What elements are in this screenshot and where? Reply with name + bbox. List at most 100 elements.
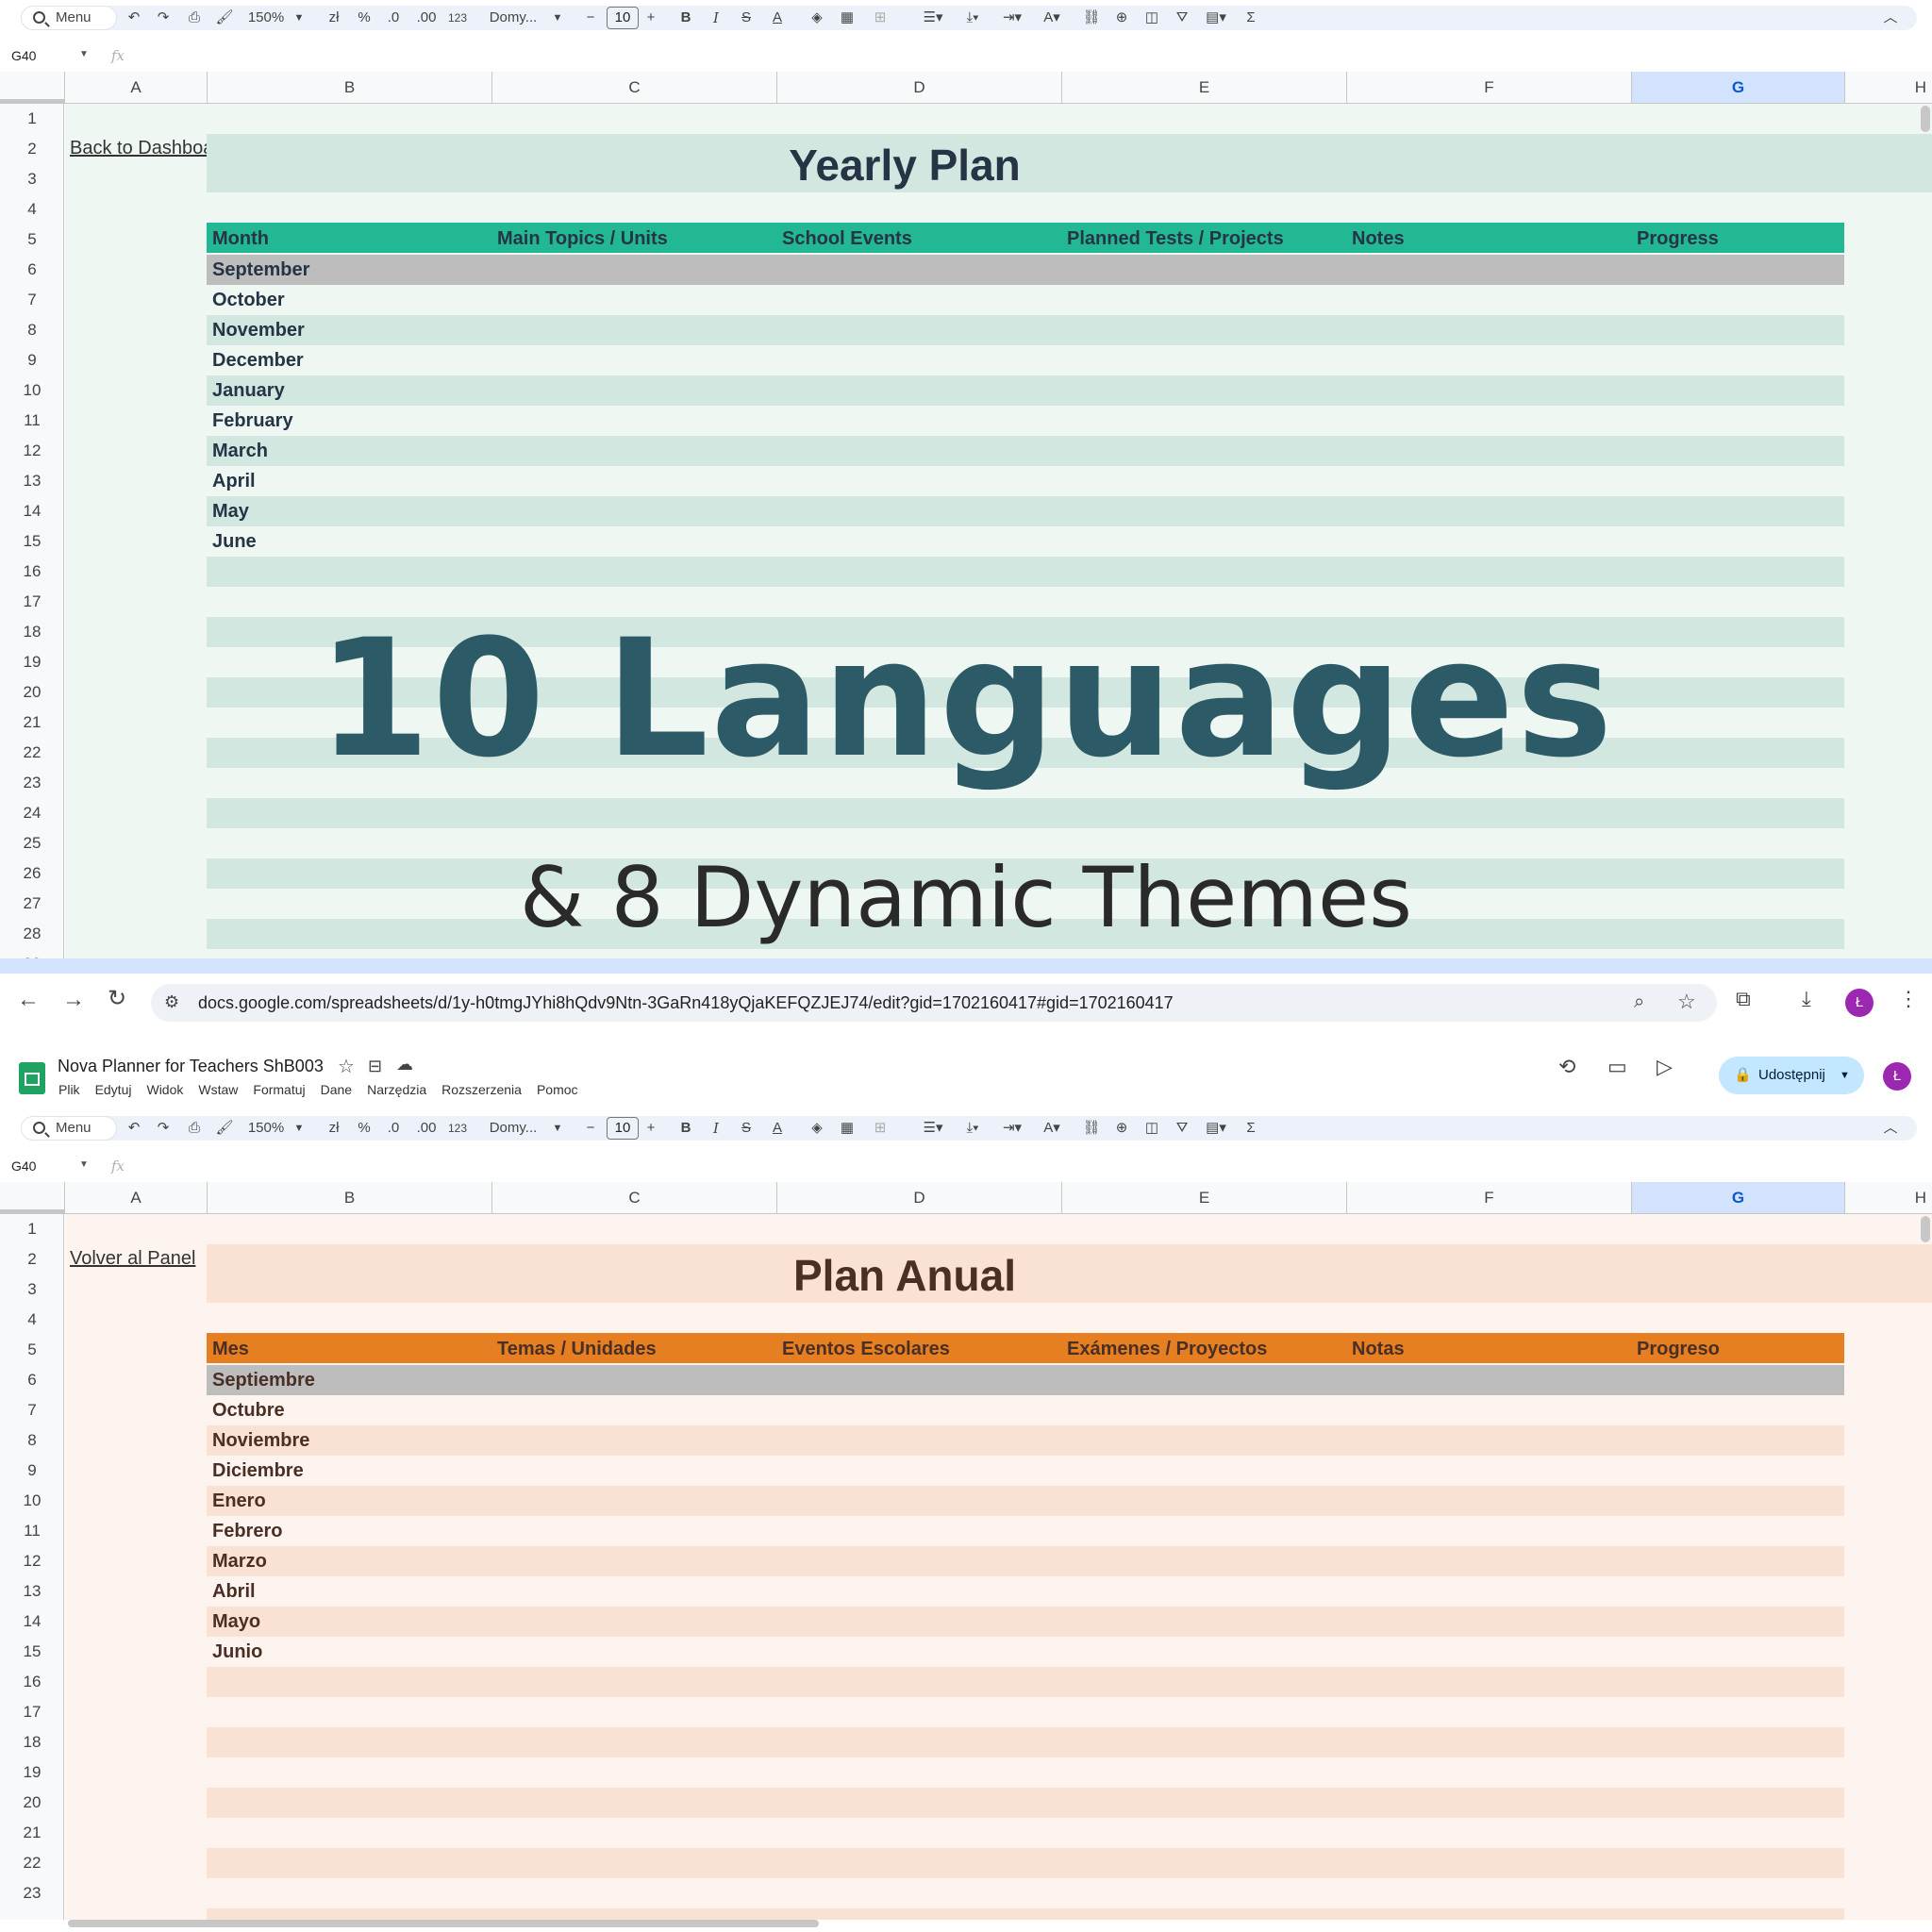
menu-view[interactable]: Widok xyxy=(146,1082,183,1097)
row-header[interactable]: 20 xyxy=(0,1788,63,1818)
row-header[interactable]: 7 xyxy=(0,1395,63,1425)
horizontal-scrollbar[interactable] xyxy=(68,1920,819,1927)
percent-button[interactable]: % xyxy=(355,7,374,29)
row-header[interactable]: 16 xyxy=(0,1667,63,1697)
strikethrough-icon[interactable]: S xyxy=(738,1117,755,1140)
font-select[interactable]: Domy... xyxy=(489,7,538,29)
column-header[interactable]: A xyxy=(65,72,208,103)
sheets-logo-icon[interactable] xyxy=(19,1062,45,1094)
column-header[interactable]: A xyxy=(65,1182,208,1213)
decrease-decimal-button[interactable]: .0 xyxy=(381,7,406,29)
forward-arrow-icon[interactable]: → xyxy=(62,987,85,1013)
month-cell[interactable]: November xyxy=(212,320,305,341)
extensions-icon[interactable]: ⧉ xyxy=(1736,987,1751,1011)
column-header-selected[interactable]: G xyxy=(1632,72,1845,103)
bold-icon[interactable]: B xyxy=(677,7,694,29)
font-select[interactable]: Domy... xyxy=(489,1117,538,1140)
table-views-icon[interactable]: ▤▾ xyxy=(1200,7,1232,29)
omnibox[interactable]: ⚙ docs.google.com/spreadsheets/d/1y-h0tm… xyxy=(151,984,1717,1022)
row-header[interactable]: 4 xyxy=(0,194,63,225)
chevron-down-icon[interactable]: ▼ xyxy=(292,7,306,29)
comment-icon[interactable]: ⊕ xyxy=(1111,7,1132,29)
name-box[interactable]: G40 xyxy=(11,48,36,63)
column-header[interactable]: E xyxy=(1062,72,1347,103)
borders-icon[interactable]: ▦ xyxy=(836,7,858,29)
month-cell[interactable]: Octubre xyxy=(212,1400,285,1422)
chevron-down-icon[interactable]: ▼ xyxy=(1840,1057,1850,1094)
column-header[interactable]: C xyxy=(492,1182,777,1213)
row-header[interactable]: 2 xyxy=(0,134,63,164)
meet-icon[interactable]: ▷ xyxy=(1657,1055,1673,1079)
number-format-button[interactable]: 123 xyxy=(445,7,470,29)
redo-icon[interactable]: ↷ xyxy=(154,7,173,29)
menu-tools[interactable]: Narzędzia xyxy=(367,1082,426,1097)
text-color-icon[interactable]: A xyxy=(766,7,789,29)
avatar[interactable]: Ł xyxy=(1845,989,1874,1017)
month-cell[interactable]: September xyxy=(212,259,309,281)
chevron-down-icon[interactable]: ▼ xyxy=(292,1117,306,1140)
print-icon[interactable]: ⎙ xyxy=(183,1117,206,1140)
row-header[interactable]: 5 xyxy=(0,225,63,255)
row-header[interactable]: 13 xyxy=(0,1576,63,1607)
menu-data[interactable]: Dane xyxy=(321,1082,352,1097)
column-header-selected[interactable]: G xyxy=(1632,1182,1845,1213)
month-cell[interactable]: Febrero xyxy=(212,1521,282,1542)
chevron-down-icon[interactable]: ▼ xyxy=(551,7,564,29)
paint-format-icon[interactable]: 🖌 xyxy=(213,7,236,29)
row-header[interactable]: 15 xyxy=(0,1637,63,1667)
back-to-dashboard-link[interactable]: Back to Dashboa xyxy=(70,138,211,159)
name-box[interactable]: G40 xyxy=(11,1158,36,1174)
comments-icon[interactable]: ▭ xyxy=(1607,1055,1627,1079)
link-icon[interactable]: ⛓ xyxy=(1081,7,1102,29)
menu-search-button[interactable]: Menu xyxy=(21,1116,117,1141)
menu-file[interactable]: Plik xyxy=(58,1082,80,1097)
table-views-icon[interactable]: ▤▾ xyxy=(1200,1117,1232,1140)
select-all-corner[interactable] xyxy=(0,1182,65,1213)
undo-icon[interactable]: ↶ xyxy=(125,7,143,29)
month-cell[interactable]: June xyxy=(212,531,257,553)
currency-button[interactable]: zł xyxy=(325,7,343,29)
row-header[interactable]: 19 xyxy=(0,1757,63,1788)
column-header[interactable]: H xyxy=(1845,1182,1932,1213)
menu-format[interactable]: Formatuj xyxy=(253,1082,305,1097)
comment-icon[interactable]: ⊕ xyxy=(1111,1117,1132,1140)
month-cell[interactable]: January xyxy=(212,380,285,402)
month-cell[interactable]: February xyxy=(212,410,293,432)
row-header[interactable]: 14 xyxy=(0,1607,63,1637)
column-header[interactable]: E xyxy=(1062,1182,1347,1213)
select-all-corner[interactable] xyxy=(0,72,65,103)
print-icon[interactable]: ⎙ xyxy=(183,7,206,29)
vertical-scrollbar[interactable] xyxy=(1921,1216,1930,1242)
vertical-scrollbar[interactable] xyxy=(1921,106,1930,132)
menu-insert[interactable]: Wstaw xyxy=(198,1082,238,1097)
zoom-select[interactable]: 150% xyxy=(247,7,285,29)
row-header[interactable]: 7 xyxy=(0,285,63,315)
minus-icon[interactable]: − xyxy=(583,7,598,29)
collapse-toolbar-icon[interactable]: ︿ xyxy=(1881,1117,1900,1140)
version-history-icon[interactable]: ⟲ xyxy=(1558,1055,1575,1079)
chevron-down-icon[interactable]: ▼ xyxy=(551,1117,564,1140)
move-folder-icon[interactable]: ⊟ xyxy=(368,1057,382,1076)
site-info-icon[interactable]: ⚙ xyxy=(164,992,179,1012)
row-header[interactable]: 12 xyxy=(0,436,63,466)
strikethrough-icon[interactable]: S xyxy=(738,7,755,29)
text-color-icon[interactable]: A xyxy=(766,1117,789,1140)
row-header[interactable]: 23 xyxy=(0,1878,63,1908)
chevron-down-icon[interactable]: ▼ xyxy=(79,1159,89,1170)
merge-cells-icon[interactable]: ⊞ xyxy=(866,1117,894,1140)
column-header[interactable]: B xyxy=(208,1182,492,1213)
fill-color-icon[interactable]: ◈ xyxy=(806,7,828,29)
align-left-icon[interactable]: ☰▾ xyxy=(917,7,949,29)
vertical-align-icon[interactable]: ⤓▾ xyxy=(957,1117,989,1140)
month-cell[interactable]: Junio xyxy=(212,1641,262,1663)
decrease-decimal-button[interactable]: .0 xyxy=(381,1117,406,1140)
document-title[interactable]: Nova Planner for Teachers ShB003 xyxy=(58,1057,324,1076)
row-header[interactable]: 16 xyxy=(0,557,63,587)
month-cell[interactable]: Marzo xyxy=(212,1551,267,1573)
row-header[interactable]: 5 xyxy=(0,1335,63,1365)
month-cell[interactable]: Mayo xyxy=(212,1611,260,1633)
row-header[interactable]: 13 xyxy=(0,466,63,496)
row-header[interactable]: 8 xyxy=(0,1425,63,1456)
borders-icon[interactable]: ▦ xyxy=(836,1117,858,1140)
column-header[interactable]: B xyxy=(208,72,492,103)
